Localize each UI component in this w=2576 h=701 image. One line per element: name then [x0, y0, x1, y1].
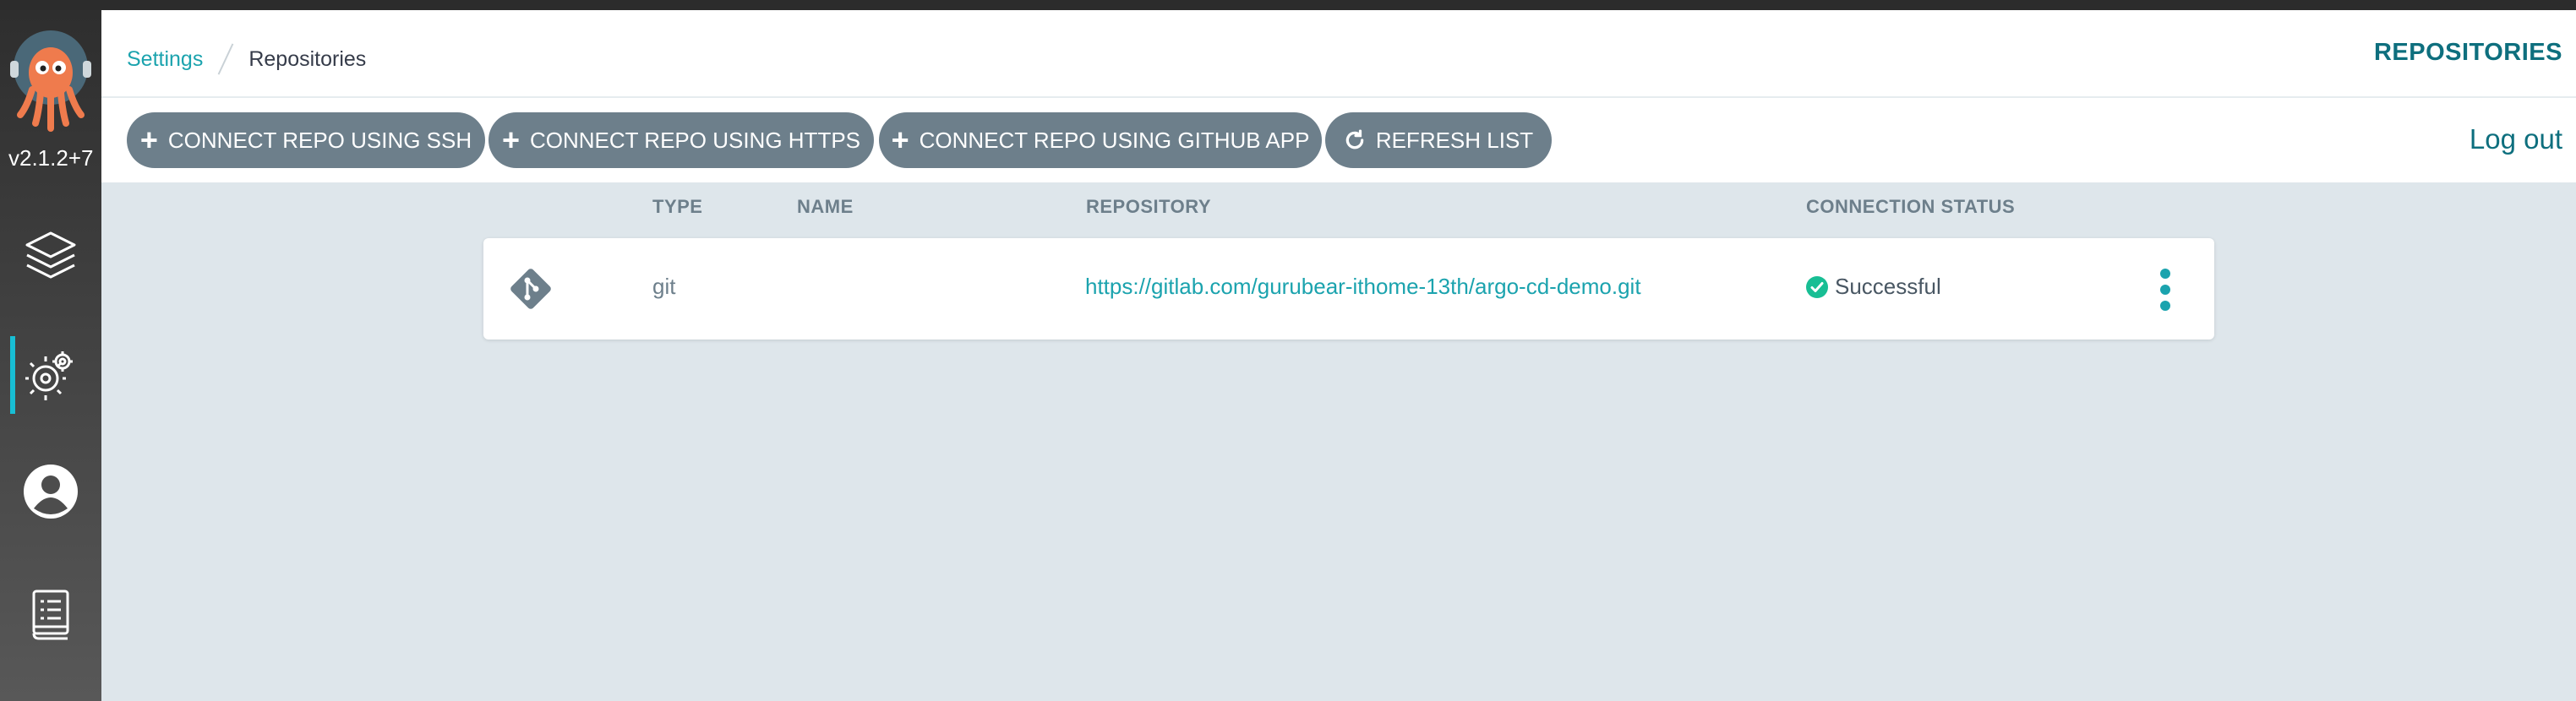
toolbar: + CONNECT REPO USING SSH + CONNECT REPO …: [101, 98, 2576, 182]
breadcrumb: Settings Repositories: [127, 42, 366, 76]
refresh-icon: [1345, 129, 1364, 149]
column-header-type: TYPE: [652, 196, 703, 217]
top-strip: [0, 0, 2576, 10]
nav-applications[interactable]: [0, 211, 101, 299]
refresh-list-button[interactable]: REFRESH LIST: [1325, 112, 1552, 168]
breadcrumb-separator: [217, 43, 234, 75]
git-icon: [510, 269, 551, 309]
nav-user-info[interactable]: [0, 448, 101, 535]
version-label: v2.1.2+7: [8, 145, 94, 171]
nav-settings[interactable]: [0, 331, 101, 419]
table-row[interactable]: git https://gitlab.com/gurubear-ithome-1…: [483, 238, 2214, 340]
connect-https-label: CONNECT REPO USING HTTPS: [530, 127, 861, 153]
sidebar: v2.1.2+7: [0, 10, 101, 701]
plus-icon: +: [891, 122, 909, 157]
logout-link[interactable]: Log out: [2470, 123, 2562, 155]
breadcrumb-current: Repositories: [248, 46, 367, 71]
repo-url-link[interactable]: https://gitlab.com/gurubear-ithome-13th/…: [1085, 274, 1641, 300]
connect-https-button[interactable]: + CONNECT REPO USING HTTPS: [488, 112, 874, 168]
nav-documentation[interactable]: [0, 571, 101, 659]
connect-ssh-label: CONNECT REPO USING SSH: [167, 127, 472, 153]
connect-github-app-button[interactable]: + CONNECT REPO USING GITHUB APP: [879, 112, 1322, 168]
gears-icon: [25, 351, 73, 400]
docs-icon: [32, 590, 69, 640]
plus-icon: +: [139, 122, 158, 157]
page-title: REPOSITORIES: [2373, 39, 2562, 66]
plus-icon: +: [501, 122, 520, 157]
connection-status-label: Successful: [1835, 274, 1941, 299]
row-actions-menu-icon[interactable]: [2157, 269, 2174, 311]
user-icon: [24, 465, 78, 519]
argo-logo[interactable]: [7, 29, 95, 139]
connect-github-app-label: CONNECT REPO USING GITHUB APP: [919, 127, 1310, 153]
column-header-name: NAME: [797, 196, 854, 217]
repo-type: git: [652, 274, 676, 299]
refresh-list-label: REFRESH LIST: [1375, 127, 1534, 153]
check-circle-icon: [1806, 275, 1828, 298]
connect-ssh-button[interactable]: + CONNECT REPO USING SSH: [127, 112, 485, 168]
connection-status: Successful: [1806, 274, 1941, 300]
breadcrumb-settings-link[interactable]: Settings: [127, 47, 203, 72]
layers-icon: [25, 231, 76, 279]
page-header: Settings Repositories REPOSITORIES: [101, 10, 2576, 98]
column-header-repository: REPOSITORY: [1086, 196, 1212, 217]
column-header-connection-status: CONNECTION STATUS: [1806, 196, 2016, 217]
